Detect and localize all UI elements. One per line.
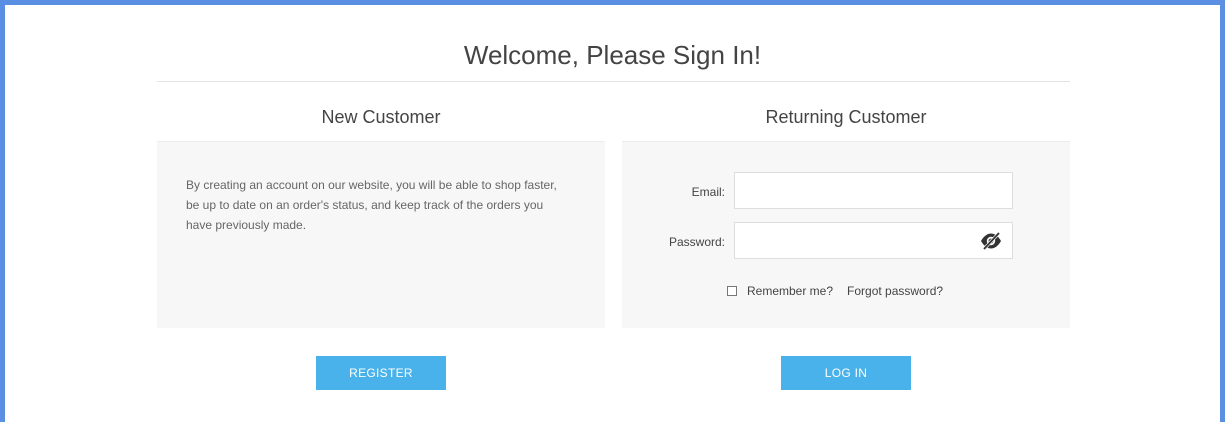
new-customer-panel: By creating an account on our website, y… (157, 141, 605, 328)
email-label: Email: (691, 185, 725, 199)
title-divider (157, 81, 1070, 82)
remember-checkbox[interactable] (727, 286, 737, 296)
login-button[interactable]: LOG IN (781, 356, 911, 390)
new-customer-description: By creating an account on our website, y… (186, 178, 557, 232)
remember-label[interactable]: Remember me? (747, 284, 833, 298)
page-title: Welcome, Please Sign In! (463, 40, 762, 70)
returning-customer-panel: Email: Password: Remember me? Forgot pas… (622, 141, 1070, 328)
password-field[interactable] (734, 222, 1013, 259)
new-customer-heading: New Customer (321, 107, 441, 127)
register-button[interactable]: REGISTER (316, 356, 446, 390)
forgot-password-link[interactable]: Forgot password? (847, 284, 943, 298)
remember-row: Remember me? Forgot password? (727, 284, 943, 298)
eye-slash-icon[interactable] (980, 231, 1002, 251)
email-field[interactable] (734, 172, 1013, 209)
returning-customer-heading: Returning Customer (765, 107, 927, 127)
password-label: Password: (668, 235, 725, 249)
